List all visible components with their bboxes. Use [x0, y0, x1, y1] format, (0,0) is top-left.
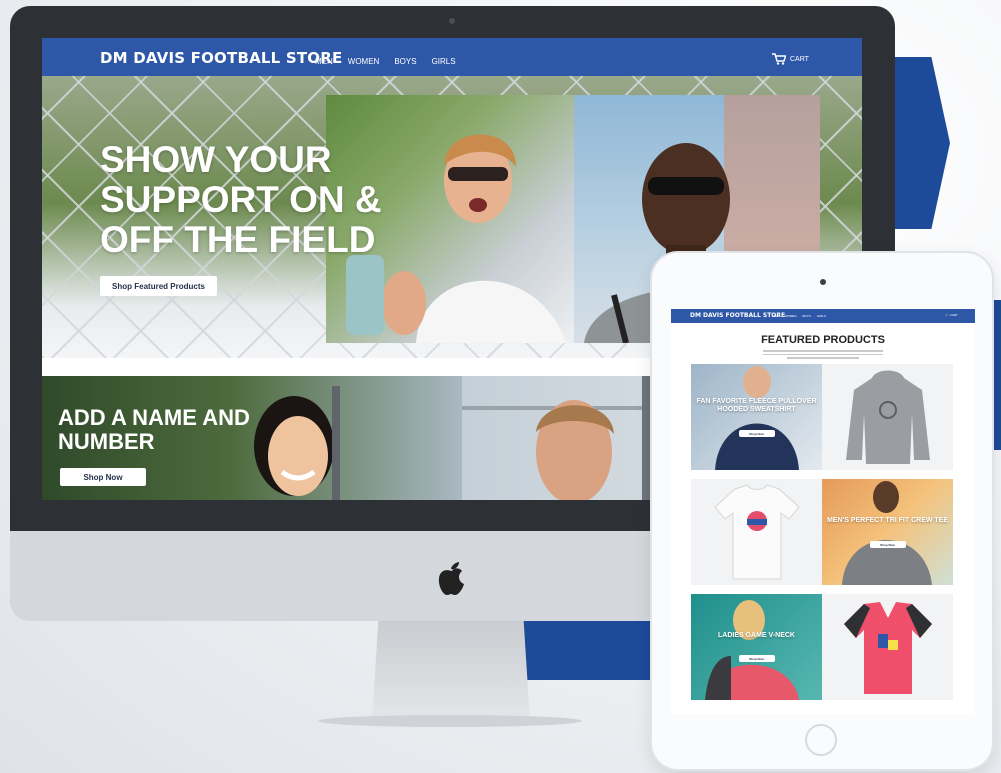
- tablet-nav-link-girls[interactable]: GIRLS: [817, 314, 826, 318]
- product-label: LADIES GAME V-NECK: [717, 632, 795, 639]
- monitor-camera: [449, 18, 455, 24]
- store-logo[interactable]: DM DAVIS FOOTBALL STORE: [100, 49, 342, 67]
- tablet-home-button: [805, 724, 837, 756]
- tablet-nav-link-boys[interactable]: BOYS: [803, 314, 811, 318]
- product-tile-crew-tee-model[interactable]: MEN'S PERFECT TRI FIT CREW TEE Shop Now: [822, 479, 953, 585]
- tablet-nav-link-men[interactable]: MEN: [772, 314, 779, 318]
- tablet-camera: [820, 279, 826, 285]
- monitor-stand-base: [318, 715, 582, 727]
- product-tile-grey-hoodie[interactable]: [822, 364, 953, 470]
- monitor-stand: [372, 621, 530, 721]
- apple-logo-icon: [438, 562, 464, 595]
- promo-shop-now-button[interactable]: Shop Now: [60, 468, 146, 486]
- product-tile-vneck-model[interactable]: LADIES GAME V-NECK Shop Now: [691, 594, 822, 700]
- product-label: MEN'S PERFECT TRI FIT CREW TEE: [826, 517, 949, 524]
- product-label: FAN FAVORITE FLEECE PULLOVER HOODED SWEA…: [696, 398, 817, 413]
- product-shop-now-button[interactable]: Shop Now: [738, 430, 775, 437]
- nav-link-men[interactable]: MEN: [315, 57, 333, 66]
- tablet-store-logo[interactable]: DM DAVIS FOOTBALL STORE: [690, 312, 785, 319]
- product-tile-hoodie-model[interactable]: FAN FAVORITE FLEECE PULLOVER HOODED SWEA…: [691, 364, 822, 470]
- featured-products-heading: FEATURED PRODUCTS: [761, 334, 885, 346]
- tablet-navbar: DM DAVIS FOOTBALL STORE MEN WOMEN BOYS G…: [671, 309, 975, 323]
- promo-title: ADD A NAME AND NUMBER: [58, 405, 250, 454]
- tablet-cart-link[interactable]: 🛒 CART: [945, 313, 958, 317]
- nav-link-boys[interactable]: BOYS: [394, 57, 416, 66]
- tablet-cart-label: CART: [949, 313, 958, 317]
- shop-featured-products-button[interactable]: Shop Featured Products: [100, 276, 217, 296]
- tablet-nav-links: MEN WOMEN BOYS GIRLS: [772, 314, 826, 318]
- tablet-cart-icon: 🛒: [945, 313, 949, 317]
- desktop-nav-links: MEN WOMEN BOYS GIRLS: [315, 57, 456, 66]
- cart-icon: [772, 53, 786, 65]
- hero-title: SHOW YOUR SUPPORT ON & OFF THE FIELD: [100, 139, 382, 260]
- tablet-nav-link-women[interactable]: WOMEN: [785, 314, 797, 318]
- nav-link-women[interactable]: WOMEN: [348, 57, 380, 66]
- cart-label: CART: [790, 55, 809, 63]
- cart-link[interactable]: CART: [772, 53, 809, 65]
- tablet-screen: DM DAVIS FOOTBALL STORE MEN WOMEN BOYS G…: [671, 309, 975, 715]
- product-tile-white-tee[interactable]: [691, 479, 822, 585]
- product-tile-pink-vneck[interactable]: [822, 594, 953, 700]
- featured-products-description-lines: [763, 348, 883, 361]
- desktop-navbar: DM DAVIS FOOTBALL STORE MEN WOMEN BOYS G…: [42, 38, 862, 76]
- nav-link-girls[interactable]: GIRLS: [432, 57, 456, 66]
- product-shop-now-button[interactable]: Shop Now: [869, 541, 906, 548]
- background-chevron-shape: [888, 57, 950, 229]
- product-shop-now-button[interactable]: Shop Now: [738, 655, 775, 662]
